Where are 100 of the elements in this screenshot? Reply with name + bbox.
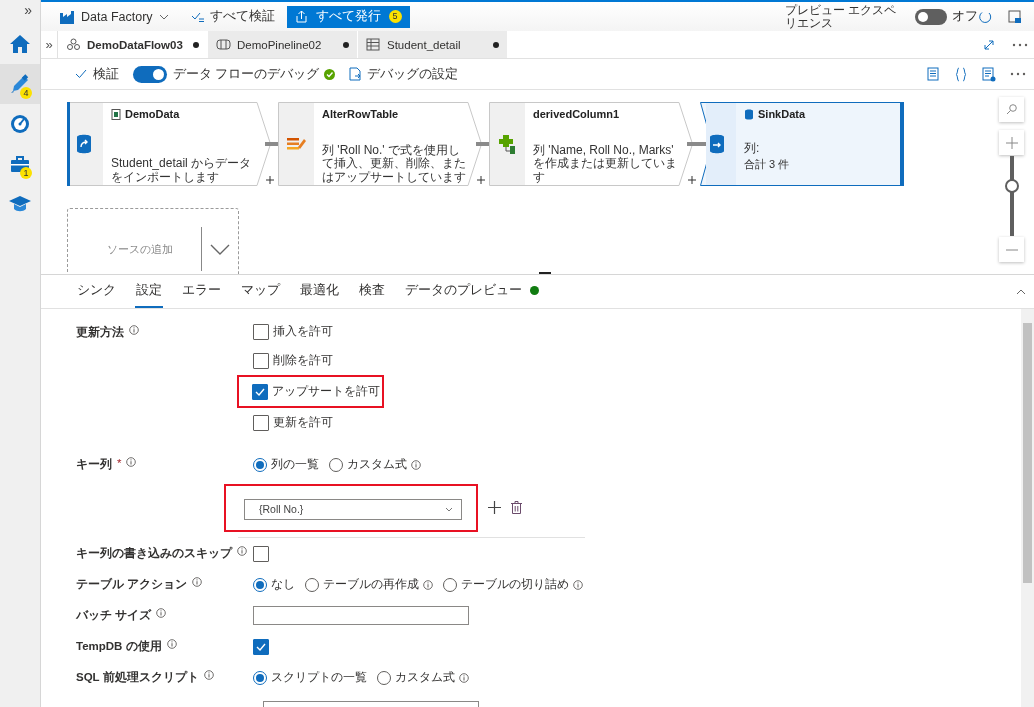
checkbox[interactable] (253, 545, 269, 562)
node-title: DemoData (125, 108, 180, 120)
chevron-down-icon[interactable] (158, 13, 169, 20)
checkbox[interactable] (253, 323, 269, 340)
toggle-state-label: オフ (952, 8, 978, 25)
debug-toggle[interactable] (133, 65, 167, 83)
preview-label: プレビュー エクスペリエンス (785, 3, 898, 30)
radio-option[interactable]: なし (253, 577, 295, 592)
gauge-icon (8, 112, 32, 136)
check-icon (256, 642, 266, 651)
option-label: 挿入を許可 (273, 324, 333, 339)
radio-option[interactable]: カスタム式 (377, 670, 455, 685)
collapse-icon[interactable] (1016, 288, 1026, 295)
flow-node[interactable]: SinkData 列: 合計 3 件 (700, 102, 904, 186)
radio-option[interactable]: テーブルの切り詰め (443, 577, 569, 592)
feedback-icon[interactable] (1008, 9, 1022, 24)
validate-button[interactable]: 検証 (75, 65, 119, 83)
panel-tab[interactable]: マップ (240, 275, 281, 308)
chevron-down-icon (445, 506, 453, 512)
properties-icon[interactable] (982, 66, 996, 82)
table-icon (366, 38, 381, 51)
field-label: テーブル アクション (76, 577, 188, 592)
node-summary: 合計 3 件 (744, 157, 791, 172)
count-badge: 4 (20, 87, 32, 99)
radio-option[interactable]: カスタム式 (329, 457, 407, 472)
node-description: 列: (744, 141, 761, 155)
factory-icon (59, 9, 75, 24)
debug-label: データ フローのデバッグ (173, 65, 320, 83)
field-label: キー列 (76, 457, 112, 472)
pipeline-icon (216, 38, 231, 51)
radio-option[interactable]: テーブルの再作成 (305, 577, 419, 592)
panel-tab[interactable]: データのプレビュー (404, 275, 540, 308)
publish-all-button[interactable]: すべて発行 5 (286, 5, 410, 28)
home-icon (8, 32, 32, 56)
panel-tab[interactable]: エラー (181, 275, 222, 308)
panel-tab[interactable]: 設定 (135, 275, 163, 308)
node-title: derivedColumn1 (533, 108, 620, 120)
field-label: バッチ サイズ (76, 608, 152, 623)
expand-button[interactable]: » (24, 2, 32, 18)
node-description: 列 'Name, Roll No., Marks' を作成または更新しています (533, 143, 678, 184)
flow-node[interactable]: derivedColumn1 列 'Name, Roll No., Marks' を作成または更新しています (489, 102, 693, 186)
text-field[interactable] (253, 606, 469, 625)
field-label: SQL 前処理スクリプト (76, 670, 199, 685)
node-description: Student_detail からデータをインポートします (111, 157, 253, 184)
sidebar-item[interactable]: 1 (0, 144, 40, 184)
field-label: キー列の書き込みのスキップ (76, 546, 232, 561)
add-icon[interactable] (687, 176, 696, 184)
minus-icon (1005, 248, 1018, 251)
option-label: 更新を許可 (273, 415, 333, 430)
radio-option[interactable]: スクリプトの一覧 (253, 670, 367, 685)
count-badge: 5 (388, 10, 402, 23)
panel-tab[interactable]: 検査 (358, 275, 386, 308)
debug-settings-button[interactable]: デバッグの設定 (349, 65, 459, 83)
radio-option[interactable]: 列の一覧 (253, 457, 319, 472)
node-title: AlterRowTable (322, 108, 399, 120)
field-label: TempDB の使用 (76, 639, 162, 654)
excel-file-icon (111, 108, 121, 120)
more-icon[interactable] (1010, 72, 1026, 76)
splitter-handle[interactable] (539, 272, 551, 274)
checklist-icon (190, 10, 205, 23)
trash-icon[interactable] (511, 501, 522, 514)
add-icon[interactable] (265, 176, 274, 184)
flow-node[interactable]: AlterRowTable 列 'Roll No.' で式を使用して挿入、更新、削除、またはアップサートしています (278, 102, 482, 186)
chevron-down-icon[interactable] (210, 243, 230, 255)
search-icon (1006, 104, 1017, 115)
code-icon[interactable] (954, 66, 968, 82)
preview-toggle[interactable] (915, 8, 947, 25)
check-icon (255, 387, 265, 396)
panel-tab[interactable]: シンク (76, 275, 117, 308)
required-mark: * (117, 457, 122, 469)
option-label: 削除を許可 (273, 353, 333, 368)
plus-icon (1005, 136, 1018, 149)
derived-column-icon (497, 133, 517, 155)
more-icon[interactable] (1012, 42, 1028, 47)
scrollbar[interactable] (1021, 309, 1034, 707)
checkbox[interactable] (253, 414, 269, 431)
settings-file-icon (349, 67, 362, 81)
script-icon[interactable] (926, 66, 940, 82)
sql-database-icon (744, 108, 754, 120)
flow-node[interactable]: DemoData Student_detail からデータをインポートします (67, 102, 271, 186)
node-description: 列 'Roll No.' で式を使用して挿入、更新、削除、またはアップサートしています (322, 143, 467, 184)
checkbox[interactable] (252, 383, 268, 400)
validate-all-button[interactable]: すべて検証 (190, 8, 275, 25)
factory-name[interactable]: Data Factory (81, 9, 153, 24)
refresh-icon[interactable] (978, 9, 992, 24)
expand-icon[interactable] (984, 39, 994, 50)
option-label: アップサートを許可 (272, 384, 380, 399)
checkbox[interactable] (253, 352, 269, 369)
slider-thumb[interactable] (1004, 179, 1019, 194)
check-icon (75, 69, 87, 79)
add-icon[interactable] (488, 501, 501, 514)
add-source-label: ソースの追加 (105, 241, 174, 257)
checkbox[interactable] (253, 638, 269, 655)
count-badge: 1 (20, 167, 32, 179)
panel-tab[interactable]: 最適化 (299, 275, 340, 308)
key-column-dropdown[interactable]: {Roll No.} (244, 498, 462, 520)
sidebar-item[interactable]: 4 (0, 64, 40, 104)
document-tab[interactable]: DemoPineline02 (208, 31, 358, 58)
add-icon[interactable] (476, 176, 485, 184)
document-tab[interactable]: Student_detail (358, 31, 508, 58)
